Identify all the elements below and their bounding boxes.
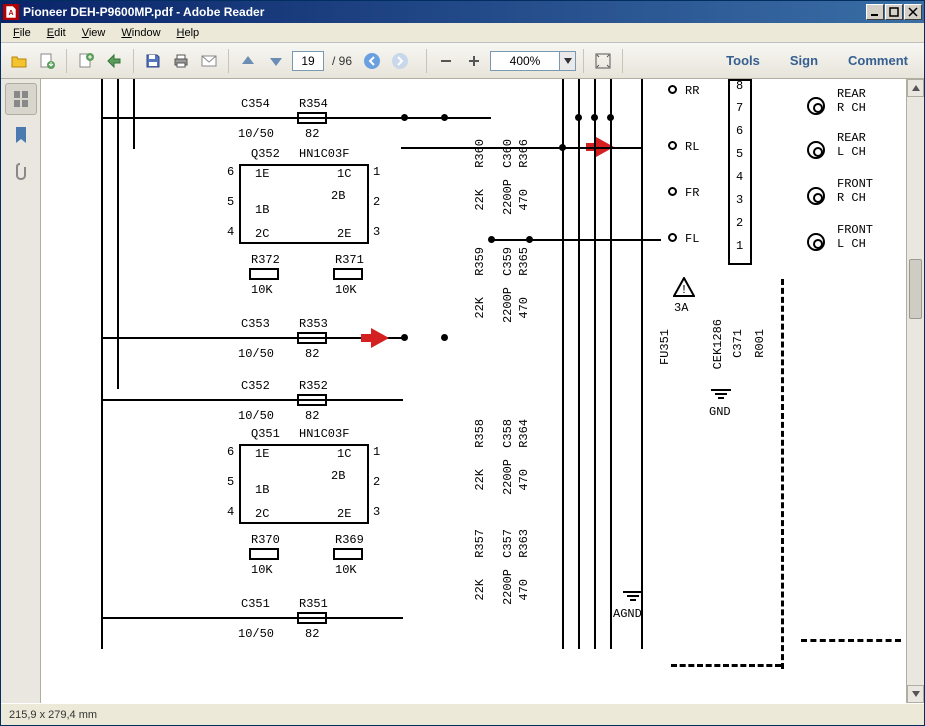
resistor-r372 bbox=[249, 268, 279, 280]
save-button[interactable] bbox=[141, 49, 165, 73]
bookmarks-tab[interactable] bbox=[5, 119, 37, 151]
page-up-button[interactable] bbox=[236, 49, 260, 73]
tools-panel-link[interactable]: Tools bbox=[716, 49, 770, 72]
menu-view[interactable]: View bbox=[74, 25, 114, 41]
document-page: C354 R354 10/50 82 Q352 HN1C03F 6 5 4 bbox=[41, 79, 906, 703]
page-dimensions: 215,9 x 279,4 mm bbox=[9, 709, 97, 721]
jack-rear-r bbox=[807, 97, 825, 115]
red-arrow-1 bbox=[371, 328, 389, 348]
export-button[interactable] bbox=[35, 49, 59, 73]
vertical-scrollbar[interactable] bbox=[906, 79, 924, 703]
label-r371: R371 bbox=[335, 253, 364, 267]
fit-page-button[interactable] bbox=[591, 49, 615, 73]
gnd-symbol bbox=[711, 389, 731, 399]
svg-text:!: ! bbox=[680, 283, 687, 297]
maximize-button[interactable] bbox=[885, 4, 903, 20]
jack-rear-l bbox=[807, 141, 825, 159]
zoom-in-button[interactable] bbox=[462, 49, 486, 73]
adobe-reader-icon: A bbox=[3, 4, 19, 20]
page-number-input[interactable] bbox=[292, 51, 324, 71]
warning-icon: ! bbox=[673, 277, 695, 297]
share-button[interactable] bbox=[102, 49, 126, 73]
label-q352: Q352 bbox=[251, 147, 280, 161]
zoom-input[interactable] bbox=[490, 51, 560, 71]
label-r354: R354 bbox=[299, 97, 328, 111]
close-button[interactable] bbox=[904, 4, 922, 20]
label-v82-1: 82 bbox=[305, 127, 319, 141]
jack-front-r bbox=[807, 187, 825, 205]
create-pdf-button[interactable] bbox=[74, 49, 98, 73]
label-c354: C354 bbox=[241, 97, 270, 111]
sign-panel-link[interactable]: Sign bbox=[780, 49, 828, 72]
jack-front-l bbox=[807, 233, 825, 251]
resistor-r371 bbox=[333, 268, 363, 280]
print-button[interactable] bbox=[169, 49, 193, 73]
toolbar: / 96 Tools Sign Comment bbox=[1, 43, 924, 79]
nav-forward-button[interactable] bbox=[388, 49, 412, 73]
comment-panel-link[interactable]: Comment bbox=[838, 49, 918, 72]
schematic-diagram: C354 R354 10/50 82 Q352 HN1C03F 6 5 4 bbox=[41, 79, 906, 703]
menu-file[interactable]: File bbox=[5, 25, 39, 41]
statusbar: 215,9 x 279,4 mm bbox=[1, 703, 924, 725]
zoom-out-button[interactable] bbox=[434, 49, 458, 73]
document-viewport[interactable]: C354 R354 10/50 82 Q352 HN1C03F 6 5 4 bbox=[41, 79, 924, 703]
menu-edit[interactable]: Edit bbox=[39, 25, 74, 41]
nav-back-button[interactable] bbox=[360, 49, 384, 73]
menu-help[interactable]: Help bbox=[169, 25, 208, 41]
titlebar: A Pioneer DEH-P9600MP.pdf - Adobe Reader bbox=[1, 1, 924, 23]
scroll-up-button[interactable] bbox=[907, 79, 924, 97]
zoom-dropdown[interactable] bbox=[560, 51, 576, 71]
page-down-button[interactable] bbox=[264, 49, 288, 73]
window-title: Pioneer DEH-P9600MP.pdf - Adobe Reader bbox=[23, 5, 866, 19]
menubar: File Edit View Window Help bbox=[1, 23, 924, 43]
label-v1050-1: 10/50 bbox=[238, 127, 274, 141]
open-button[interactable] bbox=[7, 49, 31, 73]
minimize-button[interactable] bbox=[866, 4, 884, 20]
menu-window[interactable]: Window bbox=[113, 25, 168, 41]
sidebar bbox=[1, 79, 41, 703]
agnd-symbol bbox=[623, 591, 643, 601]
scrollbar-thumb[interactable] bbox=[909, 259, 922, 319]
page-total-label: / 96 bbox=[328, 54, 356, 68]
scroll-down-button[interactable] bbox=[907, 685, 924, 703]
svg-text:A: A bbox=[8, 10, 13, 17]
attachments-tab[interactable] bbox=[5, 155, 37, 187]
email-button[interactable] bbox=[197, 49, 221, 73]
label-hn1c03f-1: HN1C03F bbox=[299, 147, 349, 161]
label-r372: R372 bbox=[251, 253, 280, 267]
thumbnails-tab[interactable] bbox=[5, 83, 37, 115]
